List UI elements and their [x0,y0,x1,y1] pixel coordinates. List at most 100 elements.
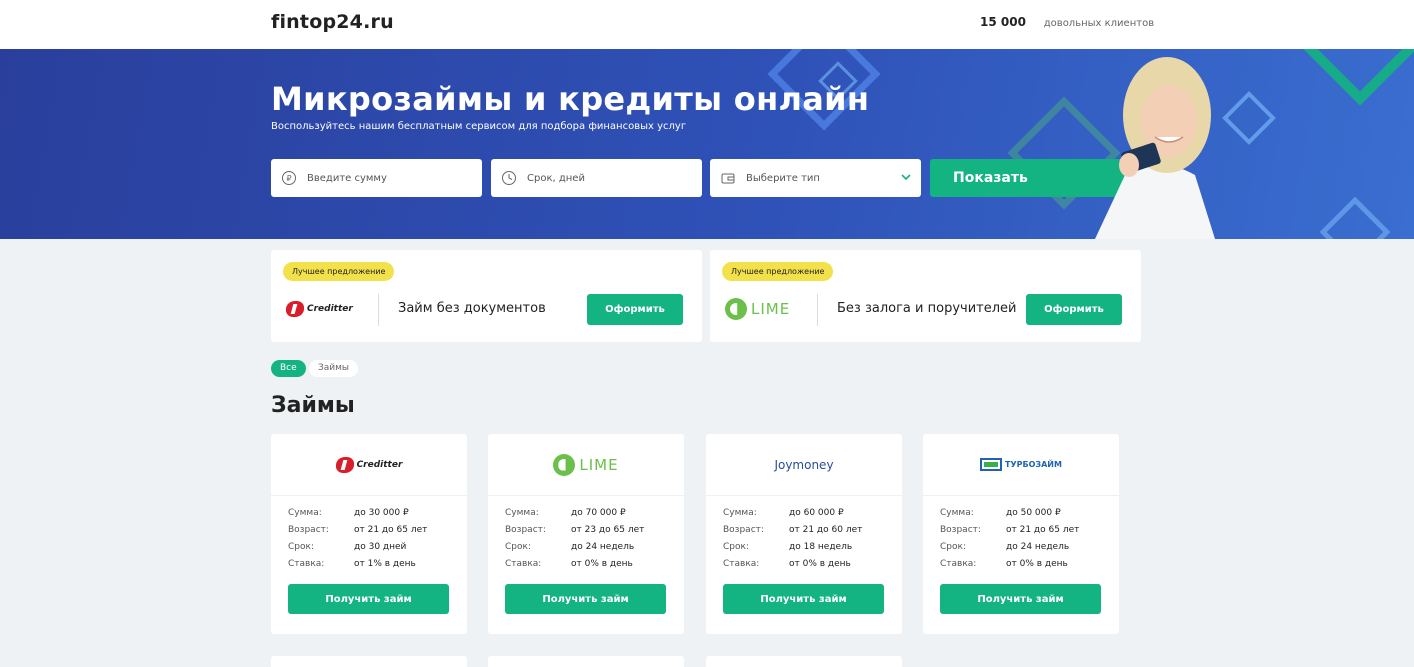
age-row: Возраст: от 21 до 60 лет [723,525,862,535]
apply-button[interactable]: Оформить [587,294,683,325]
decor-diamond [1222,91,1276,145]
lime-mark-icon [725,298,747,320]
card-logo: Creditter [271,434,467,496]
card-logo: LIME [488,434,684,496]
rate-row: Ставка: от 0% в день [505,559,633,569]
age-label: Возраст: [288,525,329,535]
woman-holding-card-image [1095,57,1215,239]
age-label: Возраст: [505,525,546,535]
card-brand: Joymoney [774,457,834,472]
age-label: Возраст: [940,525,981,535]
amount-placeholder: Введите сумму [307,172,387,184]
clients-count: 15 000 [980,15,1026,29]
turbozaim-logo: ТУРБОЗАЙМ [980,458,1062,471]
creditter-logo: Creditter [286,296,368,322]
turbozaim-mark-icon [980,458,1003,471]
rate-label: Ставка: [723,559,760,569]
sum-value: до 60 000 ₽ [789,508,844,518]
age-row: Возраст: от 21 до 65 лет [288,525,427,535]
sum-label: Сумма: [288,508,322,518]
type-placeholder: Выберите тип [746,172,820,184]
loan-card: ТУРБОЗАЙМ Сумма: до 50 000 ₽ Возраст: от 2… [923,434,1119,634]
term-row: Срок: до 18 недель [723,542,852,552]
age-row: Возраст: от 23 до 65 лет [505,525,644,535]
creditter-mark-icon [335,456,354,473]
site-logo[interactable]: fintop24.ru [271,11,394,33]
rate-label: Ставка: [288,559,325,569]
sum-label: Сумма: [723,508,757,518]
term-input[interactable]: Срок, дней [491,159,702,197]
get-loan-button[interactable]: Получить займ [940,584,1101,614]
divider [817,294,818,326]
sum-row: Сумма: до 60 000 ₽ [723,508,844,518]
loan-card-partial [271,656,467,667]
promo-card-creditter: Лучшее предложение Creditter Займ без до… [271,250,702,342]
chevron-down-icon [901,171,911,185]
loan-card: Creditter Сумма: до 30 000 ₽ Возраст: от 2… [271,434,467,634]
loan-card-partial [488,656,684,667]
type-select[interactable]: Выберите тип [710,159,921,197]
header: fintop24.ru 15 000 довольных клиентов [0,0,1414,49]
term-placeholder: Срок, дней [527,172,585,184]
term-row: Срок: до 24 недель [505,542,634,552]
get-loan-button[interactable]: Получить займ [723,584,884,614]
sum-value: до 30 000 ₽ [354,508,409,518]
clients-counter: 15 000 довольных клиентов [980,15,1154,29]
get-loan-button[interactable]: Получить займ [288,584,449,614]
amount-input[interactable]: ₽ Введите сумму [271,159,482,197]
promo-text: Займ без документов [398,301,546,316]
term-label: Срок: [505,542,531,552]
card-logo: ТУРБОЗАЙМ [923,434,1119,496]
clock-icon [501,170,517,186]
age-row: Возраст: от 21 до 65 лет [940,525,1079,535]
section-title: Займы [271,393,355,418]
promo-card-lime: Лучшее предложение LIME Без залога и пор… [710,250,1141,342]
term-value: до 18 недель [789,542,853,552]
divider [378,294,379,326]
rate-row: Ставка: от 0% в день [723,559,851,569]
loan-card-partial [706,656,902,667]
clients-label: довольных клиентов [1043,18,1155,29]
loan-card: LIME Сумма: до 70 000 ₽ Возраст: от 23 до … [488,434,684,634]
term-value: до 24 недель [571,542,635,552]
term-label: Срок: [288,542,314,552]
term-label: Срок: [723,542,749,552]
sum-label: Сумма: [505,508,539,518]
sum-label: Сумма: [940,508,974,518]
card-brand: LIME [579,455,619,474]
best-offer-badge: Лучшее предложение [283,262,395,281]
creditter-mark-icon [286,301,304,317]
filter-all[interactable]: Все [271,360,306,377]
decor-diamond [1303,49,1414,106]
term-value: до 24 недель [1006,542,1070,552]
sum-value: до 50 000 ₽ [1006,508,1061,518]
creditter-brand: Creditter [307,304,353,314]
rate-value: от 0% в день [1006,559,1068,569]
rate-row: Ставка: от 0% в день [940,559,1068,569]
sum-value: до 70 000 ₽ [571,508,626,518]
card-brand: Creditter [356,459,403,470]
rate-value: от 0% в день [789,559,851,569]
get-loan-button[interactable]: Получить займ [505,584,666,614]
filter-loans[interactable]: Займы [309,360,359,377]
hero-subtitle: Воспользуйтесь нашим бесплатным сервисом… [271,121,687,132]
term-value: до 30 дней [354,542,407,552]
best-offer-badge: Лучшее предложение [722,262,834,281]
creditter-logo: Creditter [335,456,403,473]
lime-brand: LIME [751,300,791,318]
rate-value: от 1% в день [354,559,416,569]
rate-value: от 0% в день [571,559,633,569]
rate-label: Ставка: [505,559,542,569]
sum-row: Сумма: до 30 000 ₽ [288,508,409,518]
age-label: Возраст: [723,525,764,535]
lime-logo: LIME [725,296,807,322]
card-brand: ТУРБОЗАЙМ [1005,460,1062,469]
apply-button[interactable]: Оформить [1026,294,1122,325]
promo-text: Без залога и поручителей [837,301,1017,316]
wallet-icon [720,170,736,186]
sum-row: Сумма: до 70 000 ₽ [505,508,626,518]
age-value: от 23 до 65 лет [571,525,645,535]
rate-label: Ставка: [940,559,977,569]
hero-banner: Микрозаймы и кредиты онлайн Воспользуйте… [0,49,1414,239]
decor-diamond [1319,196,1391,239]
